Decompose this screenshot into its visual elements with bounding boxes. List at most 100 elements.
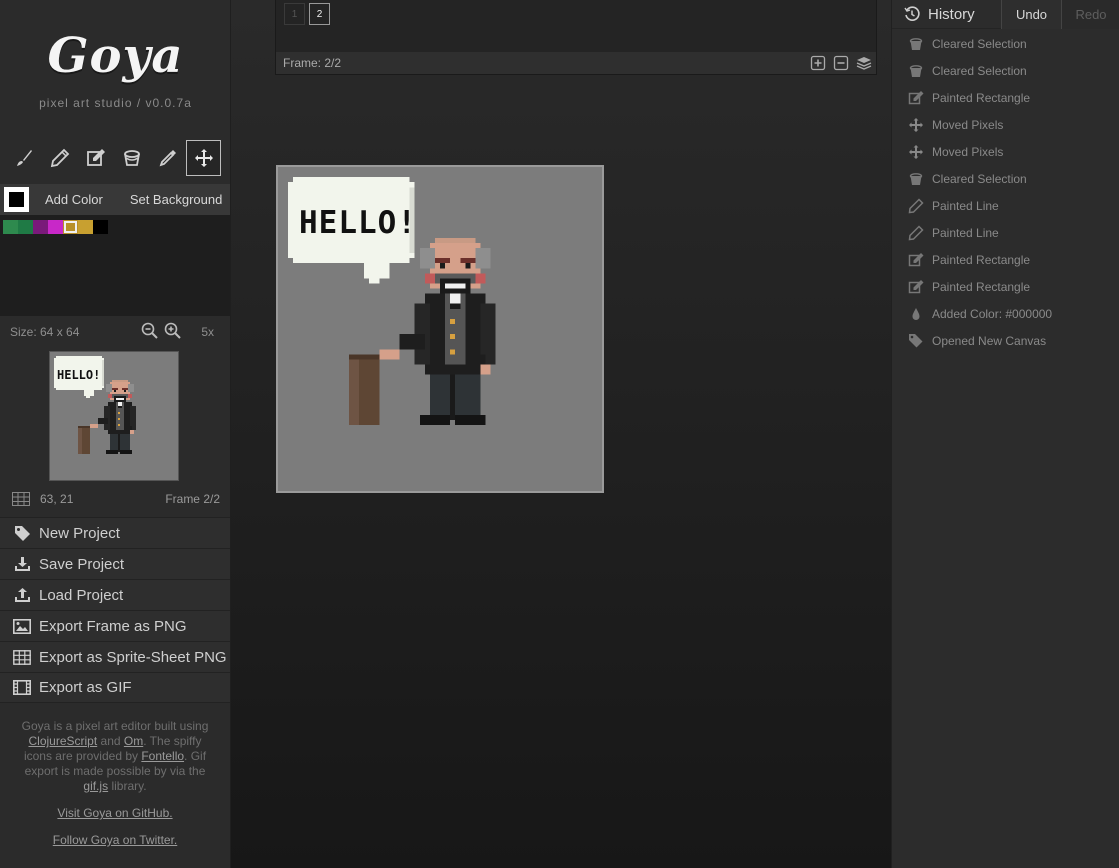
menu-new-project[interactable]: New Project	[0, 517, 230, 548]
tool-paintbrush[interactable]	[6, 140, 41, 176]
tool-rectangle[interactable]	[78, 140, 113, 176]
bucket-icon	[909, 64, 923, 77]
canvas-size-label: Size: 64 x 64	[10, 325, 80, 339]
tool-move[interactable]	[186, 140, 221, 176]
edit-square-icon	[908, 252, 924, 266]
undo-button[interactable]: Undo	[1001, 0, 1061, 29]
history-panel: History Undo Redo Cleared Selection Clear…	[891, 0, 1119, 868]
menu-label: Save Project	[39, 555, 125, 573]
sidebar: Goya pixel art studio / v0.0.7a Add Colo…	[0, 0, 231, 868]
about-text-part: Goya is a pixel art editor built using	[21, 719, 209, 733]
droplet-icon	[912, 307, 920, 320]
menu-export-png[interactable]: Export Frame as PNG	[0, 610, 230, 641]
move-icon	[194, 149, 213, 167]
zoom-out-button[interactable]	[141, 322, 159, 342]
about-text-part: and	[97, 734, 124, 748]
preview-speech-text: HELLO!	[57, 368, 101, 382]
zoom-level: 5x	[201, 325, 215, 339]
palette-swatch[interactable]	[93, 220, 108, 234]
menu-label: Export as Sprite-Sheet PNG	[39, 648, 227, 666]
clojurescript-link[interactable]: ClojureScript	[28, 734, 97, 748]
about-text: Goya is a pixel art editor built using C…	[14, 719, 216, 794]
history-item-label: Painted Rectangle	[932, 279, 1031, 294]
frame-tabs: 1 2	[284, 3, 330, 25]
history-clock-icon	[904, 6, 920, 21]
history-item-label: Moved Pixels	[932, 144, 1004, 159]
history-item[interactable]: Added Color: #000000	[892, 300, 1119, 327]
history-item[interactable]: Painted Line	[892, 219, 1119, 246]
tag-icon	[14, 526, 30, 541]
main-area: 1 2 Frame: 2/2 HELLO!	[231, 0, 891, 868]
tool-bucket[interactable]	[114, 140, 149, 176]
menu-label: Export Frame as PNG	[39, 617, 187, 635]
menu-save-project[interactable]: Save Project	[0, 548, 230, 579]
github-link[interactable]: Visit Goya on GitHub.	[0, 806, 230, 820]
history-item[interactable]: Cleared Selection	[892, 30, 1119, 57]
redo-button[interactable]: Redo	[1061, 0, 1119, 29]
fontello-link[interactable]: Fontello	[141, 749, 184, 763]
current-color	[9, 192, 24, 207]
frame-tab-1[interactable]: 1	[284, 3, 305, 25]
edit-square-icon	[86, 149, 105, 166]
pencil-icon	[50, 148, 69, 168]
menu-export-spritesheet[interactable]: Export as Sprite-Sheet PNG	[0, 641, 230, 672]
tool-eyedropper[interactable]	[150, 140, 185, 176]
grid-icon	[12, 492, 30, 506]
history-item[interactable]: Cleared Selection	[892, 57, 1119, 84]
palette-swatch[interactable]	[48, 220, 63, 234]
app-logo: Goya	[47, 28, 184, 84]
palette-swatch[interactable]	[78, 220, 93, 234]
upload-icon	[14, 588, 30, 602]
remove-frame-icon[interactable]	[833, 55, 849, 71]
history-item-label: Opened New Canvas	[932, 333, 1047, 348]
history-item-label: Moved Pixels	[932, 117, 1004, 132]
add-color-button[interactable]: Add Color	[45, 192, 103, 207]
menu-load-project[interactable]: Load Project	[0, 579, 230, 610]
grid-icon	[13, 649, 31, 665]
move-icon	[909, 117, 923, 132]
pixel-canvas[interactable]: HELLO!	[276, 165, 604, 493]
history-item-label: Painted Rectangle	[932, 90, 1031, 105]
palette-swatch[interactable]	[18, 220, 33, 234]
palette-swatch[interactable]	[3, 220, 18, 234]
about-text-part: library.	[108, 779, 147, 793]
palette-swatch[interactable]	[33, 220, 48, 234]
eyedropper-icon	[159, 150, 176, 167]
history-item[interactable]: Opened New Canvas	[892, 327, 1119, 354]
history-item[interactable]: Moved Pixels	[892, 111, 1119, 138]
tool-pencil[interactable]	[42, 140, 77, 176]
history-item-label: Cleared Selection	[932, 171, 1027, 186]
frame-counter: Frame: 2/2	[283, 56, 342, 70]
status-row: 63, 21 Frame 2/2	[0, 488, 230, 510]
history-item[interactable]: Painted Rectangle	[892, 246, 1119, 273]
om-link[interactable]: Om	[124, 734, 143, 748]
history-list: Cleared Selection Cleared Selection Painte…	[892, 30, 1119, 354]
bucket-icon	[909, 172, 923, 185]
zoom-in-button[interactable]	[164, 322, 182, 342]
gifjs-link[interactable]: gif.js	[83, 779, 108, 793]
app-subtitle: pixel art studio / v0.0.7a	[39, 96, 192, 110]
history-item[interactable]: Painted Rectangle	[892, 273, 1119, 300]
edit-square-icon	[908, 90, 924, 104]
current-color-swatch[interactable]	[4, 187, 29, 212]
menu-label: New Project	[39, 524, 120, 542]
speech-bubble-text: HELLO!	[299, 205, 417, 241]
history-item[interactable]: Moved Pixels	[892, 138, 1119, 165]
edit-square-icon	[908, 279, 924, 293]
palette-swatch[interactable]	[63, 220, 78, 234]
history-item[interactable]: Painted Line	[892, 192, 1119, 219]
menu-export-gif[interactable]: Export as GIF	[0, 672, 230, 703]
layers-icon[interactable]	[856, 55, 872, 71]
history-item-label: Cleared Selection	[932, 36, 1027, 51]
history-item[interactable]: Cleared Selection	[892, 165, 1119, 192]
bucket-icon	[123, 150, 140, 166]
history-item-label: Cleared Selection	[932, 63, 1027, 78]
add-frame-icon[interactable]	[810, 55, 826, 71]
canvas-size-row: Size: 64 x 64 5x	[0, 316, 230, 348]
color-bar: Add Color Set Background	[0, 184, 230, 215]
twitter-link[interactable]: Follow Goya on Twitter.	[0, 833, 230, 847]
history-item[interactable]: Painted Rectangle	[892, 84, 1119, 111]
zoom-in-icon	[165, 322, 182, 339]
frame-tab-2[interactable]: 2	[309, 3, 330, 25]
set-background-button[interactable]: Set Background	[130, 192, 223, 207]
